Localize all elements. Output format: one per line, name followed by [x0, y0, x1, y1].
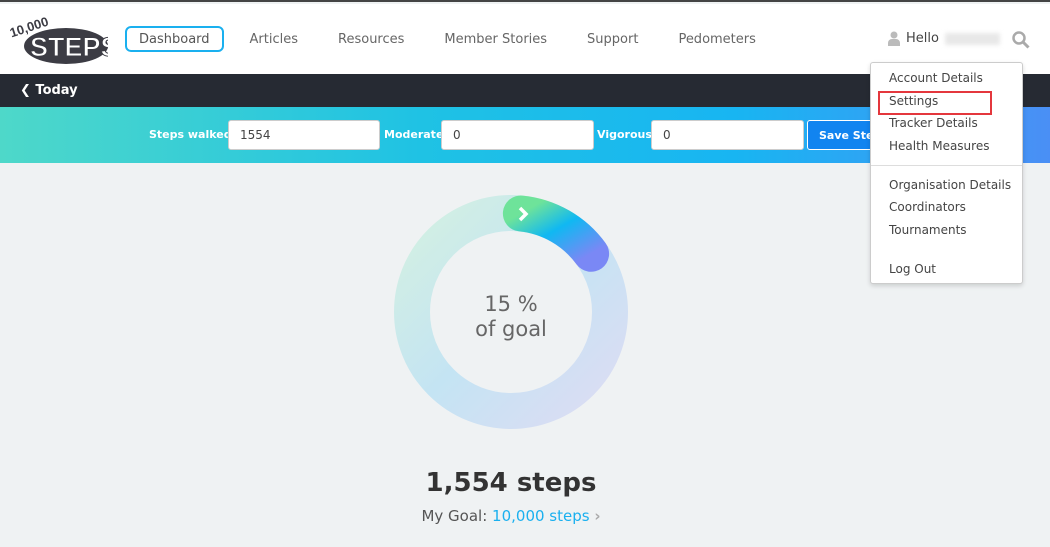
user-name-redacted	[944, 32, 1000, 45]
vigorous-label: Vigorous	[597, 128, 652, 141]
progress-center: 15 % of goal	[411, 292, 611, 342]
goal-link[interactable]: 10,000 steps	[492, 507, 590, 525]
steps-total: 1,554 steps	[425, 468, 597, 498]
nav-support[interactable]: Support	[573, 26, 652, 52]
user-dropdown-menu: Account Details Settings Tracker Details…	[870, 62, 1023, 284]
nav-resources[interactable]: Resources	[324, 26, 418, 52]
menu-divider	[871, 165, 1022, 166]
moderate-label: Moderate	[384, 128, 444, 141]
main-nav: Dashboard Articles Resources Member Stor…	[125, 26, 782, 52]
progress-percent: 15 %	[484, 292, 538, 316]
menu-coordinators[interactable]: Coordinators	[889, 200, 966, 214]
menu-tracker-details[interactable]: Tracker Details	[889, 116, 978, 130]
vigorous-input[interactable]: 0	[651, 120, 804, 150]
menu-account-details[interactable]: Account Details	[889, 71, 983, 85]
moderate-input[interactable]: 0	[441, 120, 594, 150]
svg-text:STEPS: STEPS	[30, 32, 108, 62]
menu-health-measures[interactable]: Health Measures	[889, 139, 989, 153]
user-greeting: Hello	[906, 31, 939, 46]
nav-articles[interactable]: Articles	[236, 26, 312, 52]
menu-log-out[interactable]: Log Out	[889, 262, 936, 276]
user-menu-toggle[interactable]: Hello	[888, 31, 1000, 46]
menu-organisation-details[interactable]: Organisation Details	[889, 178, 1011, 192]
nav-dashboard[interactable]: Dashboard	[125, 26, 224, 52]
user-icon	[888, 31, 900, 46]
search-icon[interactable]	[1012, 31, 1030, 49]
progress-sub-label: of goal	[475, 317, 547, 341]
steps-walked-input[interactable]: 1554	[228, 120, 380, 150]
menu-tournaments[interactable]: Tournaments	[889, 223, 967, 237]
goal-line: My Goal: 10,000 steps ›	[311, 507, 711, 525]
ring-progress-arc	[502, 195, 610, 272]
back-today-button[interactable]: ❮ Today	[20, 83, 78, 98]
back-label: Today	[35, 83, 78, 98]
steps-walked-label: Steps walked	[149, 128, 232, 141]
chevron-right-icon[interactable]: ›	[594, 507, 600, 525]
logo[interactable]: 10,000 STEPS	[8, 10, 108, 66]
nav-member-stories[interactable]: Member Stories	[430, 26, 561, 52]
settings-highlight-box	[878, 91, 992, 115]
nav-pedometers[interactable]: Pedometers	[664, 26, 769, 52]
goal-prefix: My Goal:	[421, 507, 488, 525]
